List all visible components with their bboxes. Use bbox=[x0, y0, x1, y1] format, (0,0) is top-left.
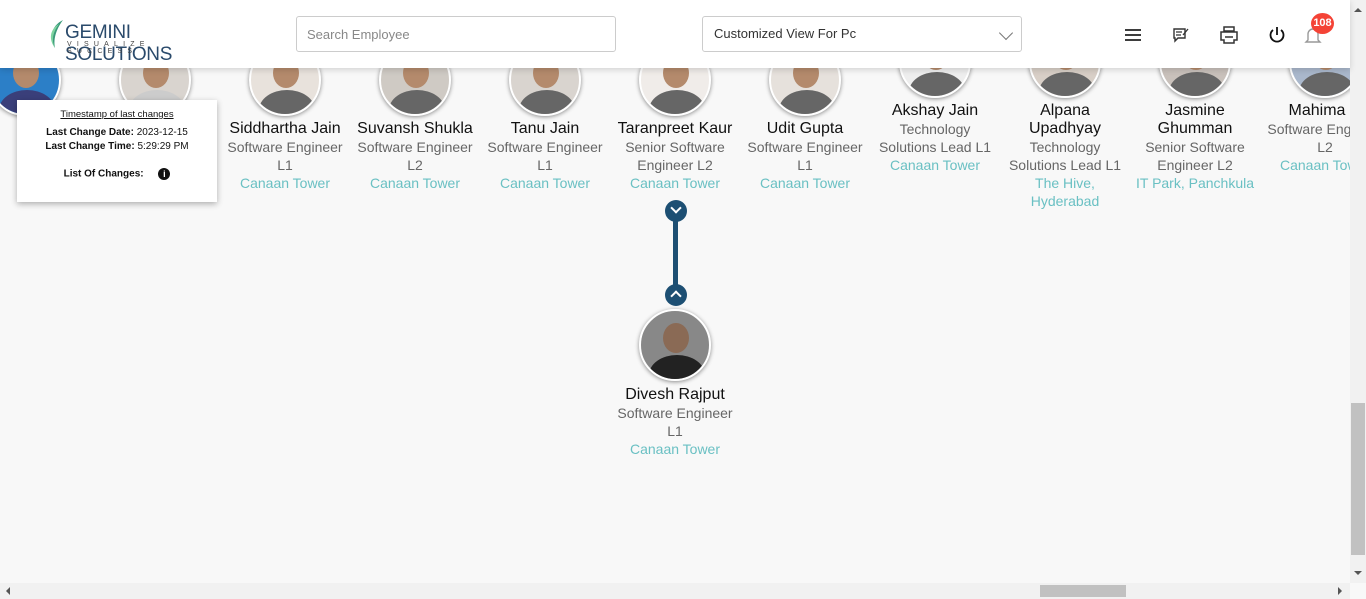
employee-name: Taranpreet Kaur bbox=[617, 120, 733, 137]
changes-label: List Of Changes: bbox=[63, 168, 144, 180]
employee-role: Technology Solutions Lead L1 bbox=[878, 121, 992, 155]
menu-icon[interactable] bbox=[1122, 24, 1144, 46]
horizontal-scroll-thumb[interactable] bbox=[1040, 585, 1126, 597]
connector-line bbox=[673, 220, 678, 290]
power-icon[interactable] bbox=[1266, 24, 1288, 46]
employee-name: Tanu Jain bbox=[510, 120, 580, 137]
employee-role: Software Engineer L2 bbox=[357, 139, 473, 173]
timestamp-tooltip: Timestamp of last changes Last Change Da… bbox=[17, 100, 217, 202]
feedback-icon[interactable] bbox=[1170, 24, 1192, 46]
employee-role: Software Engineer L1 bbox=[487, 139, 603, 173]
chevron-down-icon bbox=[670, 202, 682, 214]
employee-location: Canaan Tower bbox=[369, 175, 461, 191]
expand-parent-button[interactable] bbox=[665, 284, 687, 306]
gemini-logo[interactable]: GEMINI SOLUTIONS VISUALIZE SUCCESS bbox=[47, 18, 217, 65]
logo-tagline: VISUALIZE SUCCESS bbox=[67, 41, 150, 55]
tooltip-title: Timestamp of last changes bbox=[60, 109, 174, 120]
employee-role: Technology Solutions Lead L1 bbox=[1008, 139, 1122, 173]
employee-name: Siddhartha Jain bbox=[229, 120, 341, 137]
avatar bbox=[639, 309, 711, 381]
notification-badge[interactable]: 108 bbox=[1311, 13, 1334, 34]
time-value: 5:29:29 PM bbox=[137, 141, 189, 152]
employee-name: Alpana Upadhyay bbox=[1028, 102, 1102, 137]
search-employee-input[interactable] bbox=[296, 16, 616, 52]
employee-location: Canaan Tower bbox=[629, 175, 721, 191]
info-icon[interactable]: i bbox=[158, 168, 171, 180]
view-select-value: Customized View For Pc bbox=[714, 26, 857, 41]
employee-card-divesh-rajput[interactable]: Divesh Rajput Software Engineer L1 Canaa… bbox=[610, 309, 740, 458]
employee-name: Suvansh Shukla bbox=[357, 120, 473, 137]
employee-role: Software Engineer L1 bbox=[617, 405, 733, 439]
employee-location: Canaan Tower bbox=[239, 175, 331, 191]
employee-role: Senior Software Engineer L2 bbox=[1145, 139, 1245, 173]
employee-role: Software Engineer L1 bbox=[747, 139, 863, 173]
date-label: Last Change Date: bbox=[46, 127, 134, 138]
time-label: Last Change Time: bbox=[45, 141, 135, 152]
employee-role: Software Engineer L1 bbox=[227, 139, 343, 173]
chevron-up-icon bbox=[670, 290, 682, 302]
employee-name: Akshay Jain bbox=[891, 102, 979, 119]
employee-location: Canaan Tower bbox=[629, 441, 721, 457]
view-select[interactable]: Customized View For Pc bbox=[702, 16, 1022, 52]
employee-name: Jasmine Ghumman bbox=[1157, 102, 1233, 137]
employee-name: Divesh Rajput bbox=[625, 386, 725, 403]
employee-location: The Hive, Hyderabad bbox=[1030, 175, 1100, 209]
vertical-scroll-thumb[interactable] bbox=[1351, 403, 1365, 555]
leaf-logo-icon bbox=[50, 20, 63, 48]
date-value: 2023-12-15 bbox=[136, 127, 188, 138]
employee-location: Canaan Tower bbox=[889, 157, 981, 173]
collapse-children-button[interactable] bbox=[665, 200, 687, 222]
horizontal-scrollbar[interactable] bbox=[0, 583, 1350, 599]
employee-role: Senior Software Engineer L2 bbox=[625, 139, 725, 173]
employee-location: Canaan Tower bbox=[499, 175, 591, 191]
print-icon[interactable] bbox=[1218, 24, 1240, 46]
employee-location: IT Park, Panchkula bbox=[1135, 175, 1255, 191]
top-header: GEMINI SOLUTIONS VISUALIZE SUCCESS Custo… bbox=[0, 0, 1350, 68]
chevron-down-icon bbox=[998, 25, 1014, 41]
employee-location: Canaan Tower bbox=[759, 175, 851, 191]
employee-name: Udit Gupta bbox=[766, 120, 844, 137]
